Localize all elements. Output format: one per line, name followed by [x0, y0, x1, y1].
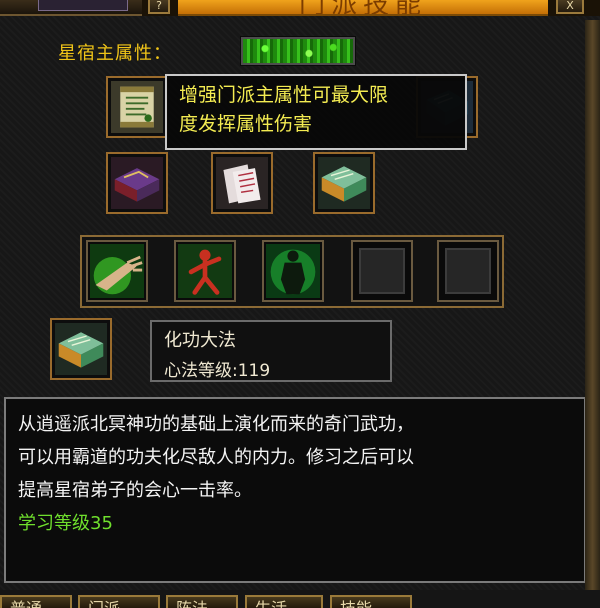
panel-side-rail	[585, 20, 600, 590]
tab-skill[interactable]: 技能	[330, 595, 412, 608]
main-attribute-bar	[240, 36, 356, 66]
title-bar: ? 门派技能 X	[0, 0, 600, 16]
equipped-slot-1[interactable]	[86, 240, 148, 302]
jade-tome-icon	[318, 157, 370, 209]
description-line-2: 可以用霸道的功夫化尽敌人的内力。修习之后可以	[18, 447, 414, 468]
purple-tome-icon	[111, 157, 163, 209]
selected-skill-level: 心法等级:119	[164, 361, 271, 381]
selected-skill-slot[interactable]	[50, 318, 112, 380]
description-line-1: 从逍遥派北冥神功的基础上演化而来的奇门武功，	[18, 414, 414, 435]
help-button[interactable]: ?	[148, 0, 170, 14]
close-button[interactable]: X	[556, 0, 584, 14]
bottom-tab-bar: 普通 门派 阵法 生活 技能	[0, 590, 600, 608]
scroll-icon	[111, 81, 163, 133]
skill-slot-purple-tome[interactable]	[106, 152, 168, 214]
jade-tome-icon	[55, 323, 107, 375]
equipped-slot-2[interactable]	[174, 240, 236, 302]
skill-slot-jade-tome[interactable]	[313, 152, 375, 214]
tab-formation-label: 阵法	[176, 597, 208, 608]
paper-manual-icon	[216, 157, 268, 209]
description-line-3: 提高星宿弟子的会心一击率。	[18, 480, 252, 501]
learn-level-text: 学习等级35	[18, 513, 113, 534]
title-bar-left-frame	[0, 0, 142, 16]
tab-life[interactable]: 生活	[245, 595, 323, 608]
tooltip-line-1: 增强门派主属性可最大限	[179, 84, 389, 106]
main-attribute-label: 星宿主属性：	[58, 43, 172, 64]
tab-normal[interactable]: 普通	[0, 595, 72, 608]
window-title: 门派技能	[298, 0, 427, 16]
skill-description: 从逍遥派北冥神功的基础上演化而来的奇门武功， 可以用霸道的功夫化尽敌人的内力。修…	[4, 397, 586, 583]
empty-slot-icon	[359, 248, 405, 294]
tab-sect[interactable]: 门派	[78, 595, 160, 608]
equipped-slot-3[interactable]	[262, 240, 324, 302]
poison-body-icon	[266, 244, 320, 298]
skill-panel: ? 门派技能 X 星宿主属性： 增强门派主属性可最大限 度发挥属性伤害 化功大法…	[0, 0, 600, 608]
tab-normal-label: 普通	[10, 597, 42, 608]
palm-strike-icon	[90, 244, 144, 298]
empty-slot-icon	[445, 248, 491, 294]
tab-life-label: 生活	[255, 597, 287, 608]
tab-skill-label: 技能	[340, 597, 372, 608]
selected-skill-info: 化功大法 心法等级:119	[150, 320, 392, 382]
tab-sect-label: 门派	[88, 597, 120, 608]
title-bar-left-inset	[38, 0, 128, 11]
window-title-band: 门派技能	[178, 0, 548, 16]
skill-slot-scroll[interactable]	[106, 76, 168, 138]
equipped-slot-5[interactable]	[437, 240, 499, 302]
skill-slot-paper-manual[interactable]	[211, 152, 273, 214]
skill-tooltip: 增强门派主属性可最大限 度发挥属性伤害	[165, 74, 467, 150]
tab-formation[interactable]: 阵法	[166, 595, 238, 608]
tooltip-line-2: 度发挥属性伤害	[179, 113, 313, 135]
meridian-figure-icon	[178, 244, 232, 298]
equipped-slot-4[interactable]	[351, 240, 413, 302]
selected-skill-name: 化功大法	[164, 330, 236, 351]
